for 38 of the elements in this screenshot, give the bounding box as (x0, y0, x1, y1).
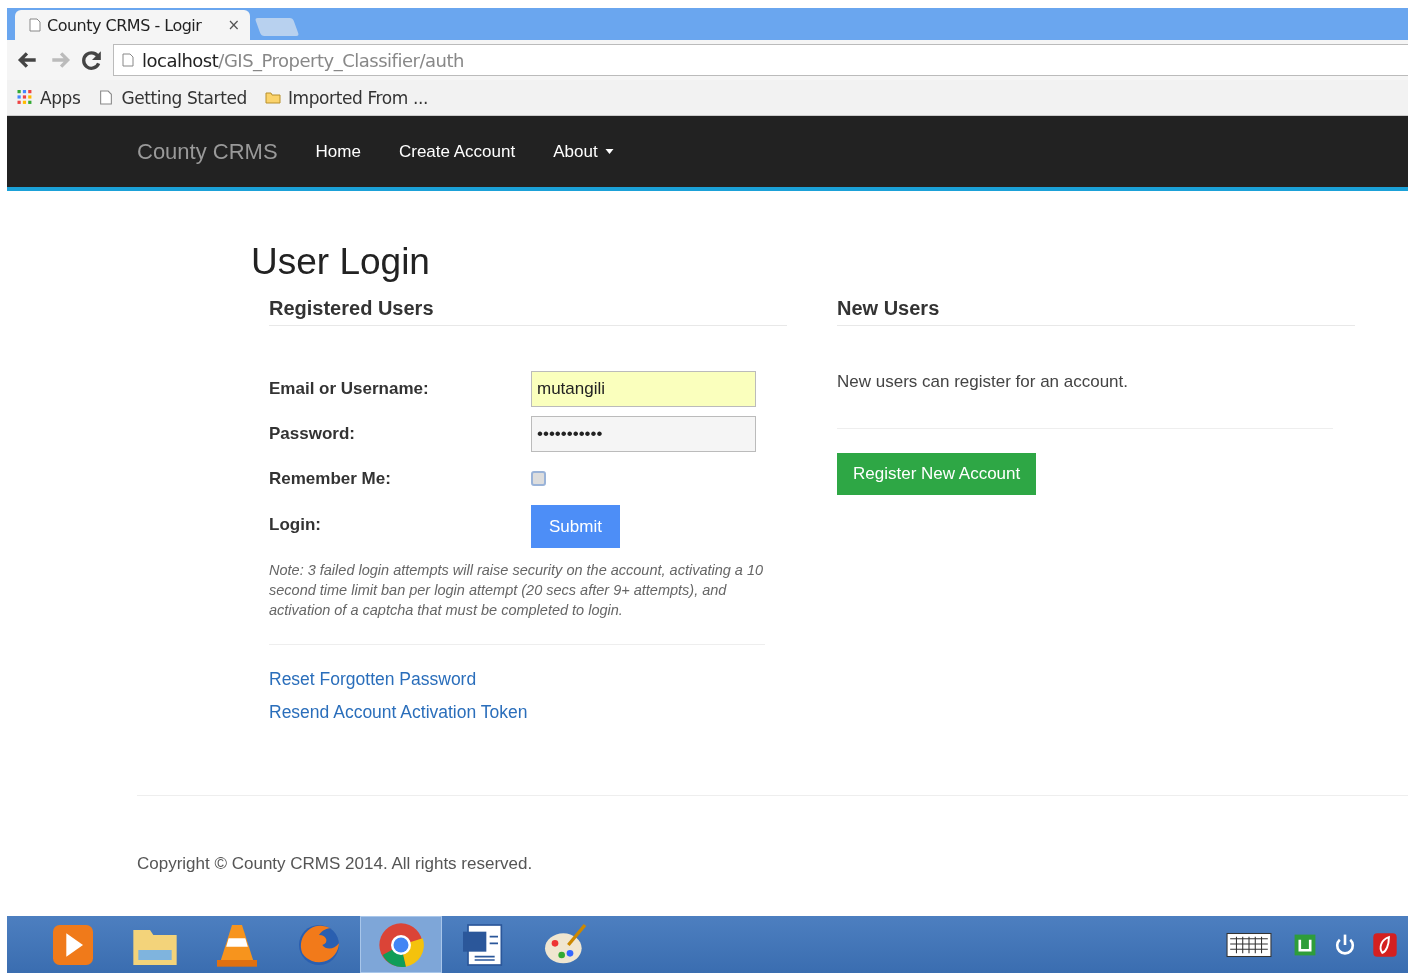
info-text: New users can register for an account. (837, 372, 1130, 392)
field-label: Remember Me: (269, 468, 392, 489)
page-title: User Login (251, 241, 431, 283)
tab-title: County CRMS - Logir (47, 15, 203, 35)
address-bar[interactable]: localhost/GIS_Property_Classifier/auth (113, 44, 1408, 76)
bookmark[interactable]: Apps (17, 87, 81, 108)
folder-icon (264, 90, 281, 105)
url-text: localhost/GIS_Property_Classifier/auth (142, 49, 464, 71)
nav-link[interactable]: About (553, 141, 614, 162)
note-text: Note: 3 failed login attempts will raise security on the account, activating a 10 second time limit ban per login attempt (20 secs after 9+ attempts), and activation of a captcha that must be completed to login. (269, 561, 765, 620)
taskbar-button[interactable] (360, 916, 442, 973)
section-heading: Registered Users (269, 297, 787, 326)
field-label: Login: (269, 514, 322, 535)
browser-tab[interactable]: County CRMS - Logir × (15, 10, 250, 40)
field-label: Email or Username: (269, 378, 430, 399)
section-heading: New Users (837, 297, 1355, 326)
keyboard-icon[interactable] (1226, 931, 1272, 958)
field-label: Password: (269, 423, 356, 444)
caret-icon (604, 149, 614, 154)
checkbox[interactable] (531, 471, 546, 486)
nav-link[interactable]: Home (315, 141, 361, 162)
text-link[interactable]: Resend Account Activation Token (269, 702, 787, 723)
close-tab-button[interactable]: × (227, 16, 240, 34)
brand-link[interactable]: County CRMS (137, 138, 278, 165)
bookmark[interactable]: Imported From ... (264, 87, 428, 108)
page-icon (98, 90, 115, 105)
page-icon (29, 18, 41, 32)
page-icon (122, 53, 134, 67)
input-field[interactable]: ••••••••••• (531, 415, 756, 452)
input-field[interactable]: mutangili (531, 370, 756, 407)
nav-link[interactable]: Create Account (398, 141, 516, 162)
bookmark[interactable]: Getting Started (98, 87, 247, 108)
text-link[interactable]: Reset Forgotten Password (269, 669, 787, 690)
copyright-text: Copyright © County CRMS 2014. All rights reserved. (137, 854, 534, 874)
apps-grid-icon (17, 90, 33, 105)
reload-icon[interactable] (81, 49, 103, 71)
back-icon[interactable] (17, 49, 39, 71)
leaf-logo-icon[interactable] (1372, 931, 1398, 958)
